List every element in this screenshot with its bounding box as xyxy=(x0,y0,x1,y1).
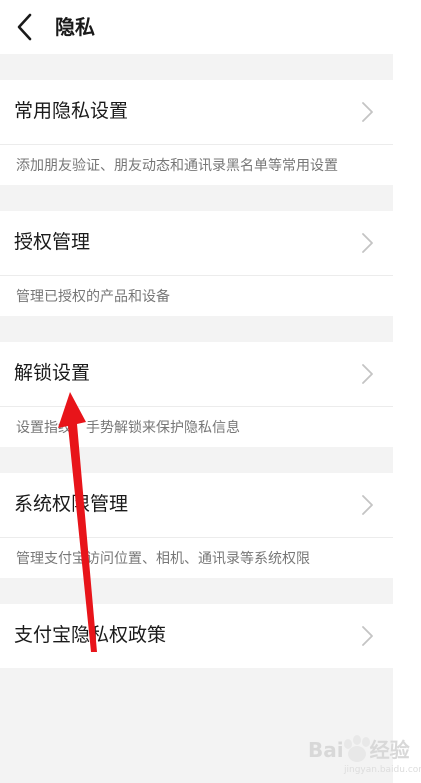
back-button[interactable] xyxy=(10,12,42,42)
card-unlock: 解锁设置 设置指纹、手势解锁来保护隐私信息 xyxy=(0,342,393,447)
description-text: 添加朋友验证、朋友动态和通讯录黑名单等常用设置 xyxy=(16,158,338,174)
page-title: 隐私 xyxy=(55,15,95,39)
card-authorization: 授权管理 管理已授权的产品和设备 xyxy=(0,211,393,316)
row-system-permission-management[interactable]: 系统权限管理 xyxy=(0,473,393,537)
chevron-right-icon xyxy=(361,495,373,515)
row-privacy-policy[interactable]: 支付宝隐私权政策 xyxy=(0,604,393,668)
right-margin xyxy=(393,0,421,783)
card-privacy-policy: 支付宝隐私权政策 xyxy=(0,604,393,668)
row-unlock-settings[interactable]: 解锁设置 xyxy=(0,342,393,406)
row-description: 管理支付宝访问位置、相机、通讯录等系统权限 xyxy=(0,538,393,578)
description-text: 管理已授权的产品和设备 xyxy=(16,289,170,305)
nav-bar: 隐私 xyxy=(0,0,393,54)
watermark-brand-cn: 经验 xyxy=(369,738,410,762)
description-text: 管理支付宝访问位置、相机、通讯录等系统权限 xyxy=(16,551,310,567)
watermark-brand: Bai 经验 xyxy=(308,734,410,763)
row-title: 常用隐私设置 xyxy=(14,100,129,122)
row-title: 解锁设置 xyxy=(14,362,91,384)
chevron-right-icon xyxy=(361,364,373,384)
description-text: 设置指纹、手势解锁来保护隐私信息 xyxy=(16,420,240,436)
row-description: 管理已授权的产品和设备 xyxy=(0,276,393,316)
row-description: 添加朋友验证、朋友动态和通讯录黑名单等常用设置 xyxy=(0,145,393,185)
card-common-privacy: 常用隐私设置 添加朋友验证、朋友动态和通讯录黑名单等常用设置 xyxy=(0,80,393,185)
chevron-right-icon xyxy=(361,626,373,646)
watermark-url: jingyan.baidu.com xyxy=(344,765,421,775)
card-system-permissions: 系统权限管理 管理支付宝访问位置、相机、通讯录等系统权限 xyxy=(0,473,393,578)
watermark-brand-latin: Bai xyxy=(308,738,344,762)
row-title: 系统权限管理 xyxy=(14,493,129,515)
row-authorization-management[interactable]: 授权管理 xyxy=(0,211,393,275)
row-description: 设置指纹、手势解锁来保护隐私信息 xyxy=(0,407,393,447)
row-title: 授权管理 xyxy=(14,231,91,253)
chevron-left-icon xyxy=(17,13,32,41)
chevron-right-icon xyxy=(361,102,373,122)
row-title: 支付宝隐私权政策 xyxy=(14,624,167,646)
row-common-privacy-settings[interactable]: 常用隐私设置 xyxy=(0,80,393,144)
privacy-screen: 隐私 常用隐私设置 添加朋友验证、朋友动态和通讯录黑名单等常用设置 授权管理 管… xyxy=(0,0,393,783)
chevron-right-icon xyxy=(361,233,373,253)
